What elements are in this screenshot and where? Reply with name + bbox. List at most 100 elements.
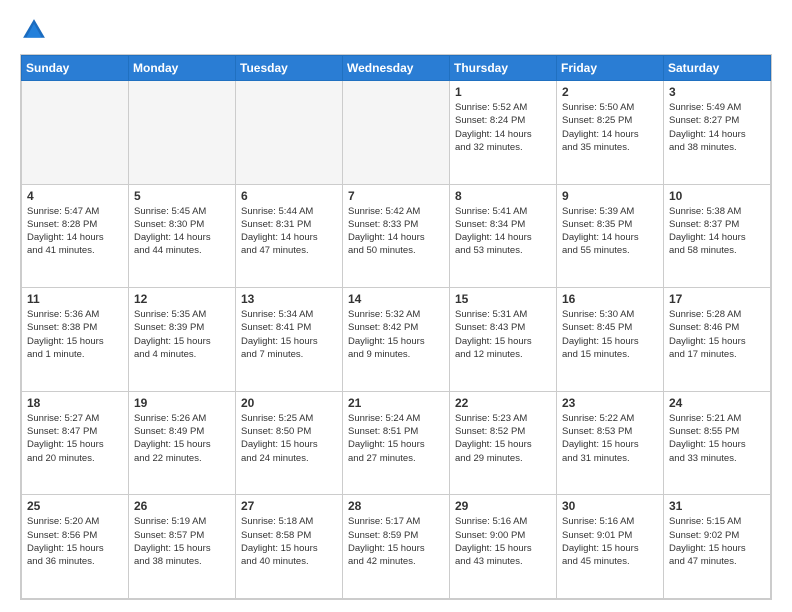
day-info: Sunrise: 5:32 AM Sunset: 8:42 PM Dayligh… [348, 308, 444, 361]
day-number: 30 [562, 499, 658, 513]
calendar-cell: 22Sunrise: 5:23 AM Sunset: 8:52 PM Dayli… [450, 391, 557, 495]
weekday-header: Monday [129, 56, 236, 81]
calendar-cell: 27 Sunrise: 5:18 AM Sunset: 8:58 PM Dayli… [236, 495, 343, 599]
day-number: 10 [669, 189, 765, 203]
calendar-cell: 25 Sunrise: 5:20 AM Sunset: 8:56 PM Dayli… [22, 495, 129, 599]
day-info: Sunrise: 5:41 AM Sunset: 8:34 PM Dayligh… [455, 205, 551, 258]
day-number: 3 [669, 85, 765, 99]
day-number: 5 [134, 189, 230, 203]
calendar-cell: 30 Sunrise: 5:16 AM Sunset: 9:01 PM Dayli… [557, 495, 664, 599]
calendar-cell: 13 Sunrise: 5:34 AM Sunset: 8:41 PM Dayli… [236, 288, 343, 392]
day-number: 2 [562, 85, 658, 99]
weekday-header: Tuesday [236, 56, 343, 81]
calendar-cell: 17Sunrise: 5:28 AM Sunset: 8:46 PM Dayli… [664, 288, 771, 392]
calendar-cell: 28 Sunrise: 5:17 AM Sunset: 8:59 PM Dayli… [343, 495, 450, 599]
day-number: 13 [241, 292, 337, 306]
day-number: 7 [348, 189, 444, 203]
calendar-cell [129, 81, 236, 185]
calendar-cell: 16 Sunrise: 5:30 AM Sunset: 8:45 PM Dayli… [557, 288, 664, 392]
calendar-cell [236, 81, 343, 185]
day-info: Sunrise: 5:44 AM Sunset: 8:31 PM Dayligh… [241, 205, 337, 258]
calendar-cell: 12 Sunrise: 5:35 AM Sunset: 8:39 PM Dayli… [129, 288, 236, 392]
day-info: Sunrise: 5:24 AM Sunset: 8:51 PM Dayligh… [348, 412, 444, 465]
week-row: 4 Sunrise: 5:47 AM Sunset: 8:28 PM Daylig… [22, 184, 771, 288]
day-info: Sunrise: 5:30 AM Sunset: 8:45 PM Dayligh… [562, 308, 658, 361]
calendar-cell: 26 Sunrise: 5:19 AM Sunset: 8:57 PM Dayli… [129, 495, 236, 599]
day-info: Sunrise: 5:26 AM Sunset: 8:49 PM Dayligh… [134, 412, 230, 465]
calendar-cell: 6 Sunrise: 5:44 AM Sunset: 8:31 PM Daylig… [236, 184, 343, 288]
day-info: Sunrise: 5:25 AM Sunset: 8:50 PM Dayligh… [241, 412, 337, 465]
calendar: SundayMondayTuesdayWednesdayThursdayFrid… [20, 54, 772, 600]
day-info: Sunrise: 5:17 AM Sunset: 8:59 PM Dayligh… [348, 515, 444, 568]
calendar-cell: 15 Sunrise: 5:31 AM Sunset: 8:43 PM Dayli… [450, 288, 557, 392]
day-info: Sunrise: 5:49 AM Sunset: 8:27 PM Dayligh… [669, 101, 765, 154]
day-info: Sunrise: 5:16 AM Sunset: 9:00 PM Dayligh… [455, 515, 551, 568]
day-number: 18 [27, 396, 123, 410]
day-info: Sunrise: 5:50 AM Sunset: 8:25 PM Dayligh… [562, 101, 658, 154]
day-info: Sunrise: 5:21 AM Sunset: 8:55 PM Dayligh… [669, 412, 765, 465]
calendar-cell: 18 Sunrise: 5:27 AM Sunset: 8:47 PM Dayli… [22, 391, 129, 495]
weekday-header: Friday [557, 56, 664, 81]
day-info: Sunrise: 5:38 AM Sunset: 8:37 PM Dayligh… [669, 205, 765, 258]
week-row: 11Sunrise: 5:36 AM Sunset: 8:38 PM Dayli… [22, 288, 771, 392]
calendar-cell: 20 Sunrise: 5:25 AM Sunset: 8:50 PM Dayli… [236, 391, 343, 495]
day-number: 23 [562, 396, 658, 410]
day-info: Sunrise: 5:22 AM Sunset: 8:53 PM Dayligh… [562, 412, 658, 465]
day-info: Sunrise: 5:18 AM Sunset: 8:58 PM Dayligh… [241, 515, 337, 568]
day-info: Sunrise: 5:28 AM Sunset: 8:46 PM Dayligh… [669, 308, 765, 361]
calendar-cell: 21 Sunrise: 5:24 AM Sunset: 8:51 PM Dayli… [343, 391, 450, 495]
day-number: 14 [348, 292, 444, 306]
week-row: 1 Sunrise: 5:52 AM Sunset: 8:24 PM Daylig… [22, 81, 771, 185]
calendar-cell: 1 Sunrise: 5:52 AM Sunset: 8:24 PM Daylig… [450, 81, 557, 185]
day-info: Sunrise: 5:27 AM Sunset: 8:47 PM Dayligh… [27, 412, 123, 465]
day-number: 25 [27, 499, 123, 513]
day-number: 21 [348, 396, 444, 410]
day-number: 19 [134, 396, 230, 410]
day-number: 24 [669, 396, 765, 410]
calendar-cell: 3 Sunrise: 5:49 AM Sunset: 8:27 PM Daylig… [664, 81, 771, 185]
day-info: Sunrise: 5:34 AM Sunset: 8:41 PM Dayligh… [241, 308, 337, 361]
calendar-cell: 31 Sunrise: 5:15 AM Sunset: 9:02 PM Dayli… [664, 495, 771, 599]
calendar-cell: 2 Sunrise: 5:50 AM Sunset: 8:25 PM Daylig… [557, 81, 664, 185]
weekday-header: Wednesday [343, 56, 450, 81]
day-number: 1 [455, 85, 551, 99]
day-number: 15 [455, 292, 551, 306]
day-number: 8 [455, 189, 551, 203]
day-info: Sunrise: 5:23 AM Sunset: 8:52 PM Dayligh… [455, 412, 551, 465]
calendar-cell: 4 Sunrise: 5:47 AM Sunset: 8:28 PM Daylig… [22, 184, 129, 288]
day-info: Sunrise: 5:20 AM Sunset: 8:56 PM Dayligh… [27, 515, 123, 568]
day-info: Sunrise: 5:19 AM Sunset: 8:57 PM Dayligh… [134, 515, 230, 568]
day-number: 31 [669, 499, 765, 513]
day-info: Sunrise: 5:31 AM Sunset: 8:43 PM Dayligh… [455, 308, 551, 361]
day-number: 4 [27, 189, 123, 203]
weekday-header: Thursday [450, 56, 557, 81]
calendar-cell: 29 Sunrise: 5:16 AM Sunset: 9:00 PM Dayli… [450, 495, 557, 599]
week-row: 25 Sunrise: 5:20 AM Sunset: 8:56 PM Dayli… [22, 495, 771, 599]
day-number: 12 [134, 292, 230, 306]
calendar-cell [343, 81, 450, 185]
calendar-cell: 14 Sunrise: 5:32 AM Sunset: 8:42 PM Dayli… [343, 288, 450, 392]
day-number: 26 [134, 499, 230, 513]
calendar-cell: 9Sunrise: 5:39 AM Sunset: 8:35 PM Daylig… [557, 184, 664, 288]
day-info: Sunrise: 5:16 AM Sunset: 9:01 PM Dayligh… [562, 515, 658, 568]
day-info: Sunrise: 5:35 AM Sunset: 8:39 PM Dayligh… [134, 308, 230, 361]
day-info: Sunrise: 5:42 AM Sunset: 8:33 PM Dayligh… [348, 205, 444, 258]
day-number: 16 [562, 292, 658, 306]
day-number: 6 [241, 189, 337, 203]
day-number: 27 [241, 499, 337, 513]
day-info: Sunrise: 5:15 AM Sunset: 9:02 PM Dayligh… [669, 515, 765, 568]
calendar-cell: 10 Sunrise: 5:38 AM Sunset: 8:37 PM Dayli… [664, 184, 771, 288]
day-info: Sunrise: 5:52 AM Sunset: 8:24 PM Dayligh… [455, 101, 551, 154]
day-number: 29 [455, 499, 551, 513]
day-info: Sunrise: 5:36 AM Sunset: 8:38 PM Dayligh… [27, 308, 123, 361]
calendar-cell: 24 Sunrise: 5:21 AM Sunset: 8:55 PM Dayli… [664, 391, 771, 495]
day-number: 20 [241, 396, 337, 410]
day-number: 9 [562, 189, 658, 203]
weekday-header: Sunday [22, 56, 129, 81]
day-info: Sunrise: 5:47 AM Sunset: 8:28 PM Dayligh… [27, 205, 123, 258]
calendar-cell: 23 Sunrise: 5:22 AM Sunset: 8:53 PM Dayli… [557, 391, 664, 495]
day-number: 28 [348, 499, 444, 513]
logo-icon [20, 16, 48, 44]
page: SundayMondayTuesdayWednesdayThursdayFrid… [0, 0, 792, 612]
calendar-cell [22, 81, 129, 185]
